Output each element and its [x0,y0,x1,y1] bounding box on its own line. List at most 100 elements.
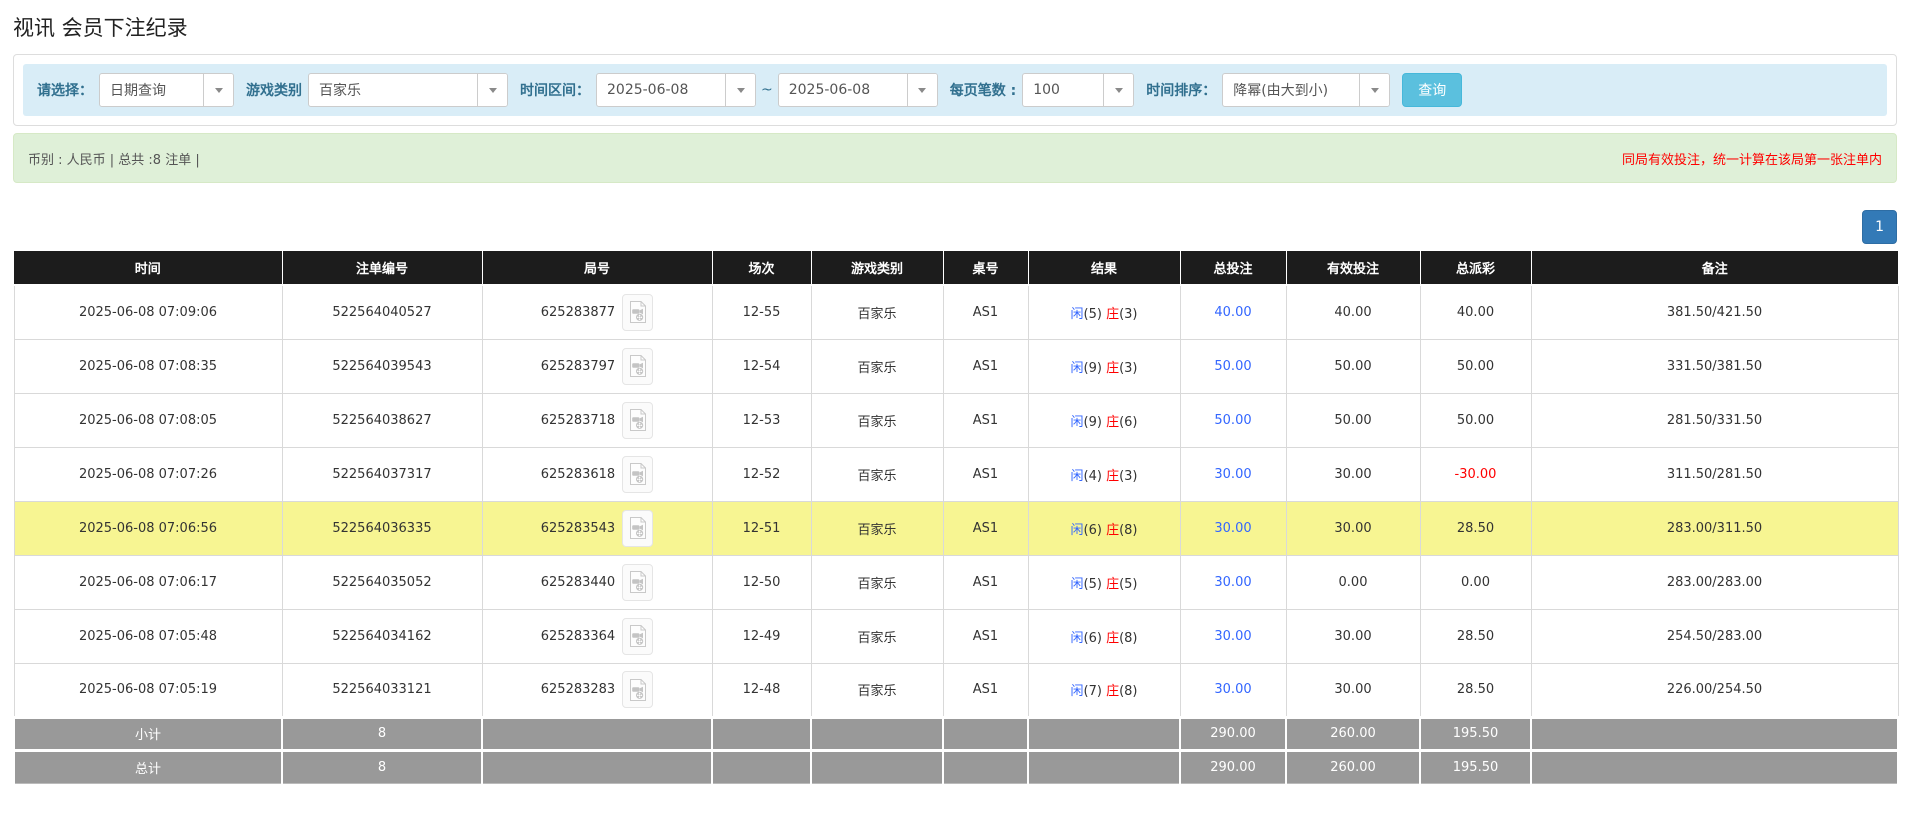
date-from-select[interactable]: 2025-06-08 [596,73,756,107]
cell-total-bet: 30.00 [1180,609,1286,663]
cell-total-bet: 50.00 [1180,339,1286,393]
summary-label: 小计 [14,717,282,750]
cell-game-type: 百家乐 [811,339,943,393]
video-file-icon [628,678,648,702]
total-bet-link[interactable]: 30.00 [1214,682,1251,697]
time-range-label: 时间区间： [520,80,590,100]
table-row: 2025-06-08 07:05:48 522564034162 6252833… [14,609,1898,663]
result-player-label: 闲 [1070,631,1083,646]
result-player-points: (7) [1084,684,1102,699]
total-bet-link[interactable]: 40.00 [1214,305,1251,320]
video-file-icon [628,408,648,432]
cell-valid-bet: 50.00 [1286,393,1420,447]
search-button[interactable]: 查询 [1402,73,1462,107]
date-to-caret-button[interactable] [907,74,937,106]
video-replay-button[interactable] [622,671,653,708]
total-bet-link[interactable]: 30.00 [1214,575,1251,590]
column-header: 场次 [712,251,811,285]
cell-game-type: 百家乐 [811,501,943,555]
sort-select[interactable]: 降幂(由大到小) [1222,73,1390,107]
table-row: 2025-06-08 07:07:26 522564037317 6252836… [14,447,1898,501]
video-replay-button[interactable] [622,402,653,439]
total-bet-link[interactable]: 30.00 [1214,629,1251,644]
cell-remark: 283.00/311.50 [1531,501,1898,555]
result-player-points: (6) [1084,631,1102,646]
column-header: 局号 [482,251,712,285]
video-replay-button[interactable] [622,618,653,655]
cell-round: 625283718 [482,393,712,447]
cell-time: 2025-06-08 07:09:06 [14,285,282,339]
cell-round: 625283543 [482,501,712,555]
cell-remark: 226.00/254.50 [1531,663,1898,717]
date-from-caret-button[interactable] [725,74,755,106]
summary-total-bet: 290.00 [1180,717,1286,750]
query-type-caret-button[interactable] [203,74,233,106]
cell-session: 12-49 [712,609,811,663]
sort-value: 降幂(由大到小) [1223,74,1359,106]
date-to-value: 2025-06-08 [779,74,907,106]
page-size-select[interactable]: 100 [1022,73,1134,107]
cell-bet-no: 522564034162 [282,609,482,663]
cell-time: 2025-06-08 07:07:26 [14,447,282,501]
total-bet-link[interactable]: 50.00 [1214,413,1251,428]
total-bet-link[interactable]: 30.00 [1214,467,1251,482]
total-bet-link[interactable]: 50.00 [1214,359,1251,374]
result-player-points: (4) [1084,469,1102,484]
table-footer: 小计 8 290.00 260.00 195.50 总计 8 290.00 26… [14,717,1898,783]
cell-time: 2025-06-08 07:05:19 [14,663,282,717]
query-type-select[interactable]: 日期查询 [99,73,234,107]
cell-table-no: AS1 [943,555,1028,609]
cell-valid-bet: 30.00 [1286,663,1420,717]
page-size-caret-button[interactable] [1103,74,1133,106]
round-number: 625283364 [541,629,615,644]
summary-bar: 币别 : 人民币 | 总共 :8 注单 | 同局有效投注，统一计算在该局第一张注… [13,133,1897,183]
summary-row: 小计 8 290.00 260.00 195.50 [14,717,1898,750]
result-player-label: 闲 [1070,577,1083,592]
cell-time: 2025-06-08 07:06:56 [14,501,282,555]
caret-down-icon [1115,88,1123,93]
cell-result: 闲(9) 庄(6) [1028,393,1180,447]
column-header: 时间 [14,251,282,285]
video-replay-button[interactable] [622,564,653,601]
cell-round: 625283877 [482,285,712,339]
video-file-icon [628,300,648,324]
round-number: 625283543 [541,521,615,536]
cell-payout: -30.00 [1420,447,1531,501]
date-from-value: 2025-06-08 [597,74,725,106]
page-number-button[interactable]: 1 [1862,210,1897,244]
result-banker-label: 庄 [1106,523,1119,538]
cell-remark: 283.00/283.00 [1531,555,1898,609]
total-bet-link[interactable]: 30.00 [1214,521,1251,536]
cell-bet-no: 522564039543 [282,339,482,393]
cell-round: 625283797 [482,339,712,393]
date-to-select[interactable]: 2025-06-08 [778,73,938,107]
game-type-value: 百家乐 [309,74,477,106]
cell-result: 闲(6) 庄(8) [1028,609,1180,663]
summary-payout: 195.50 [1420,750,1531,783]
cell-session: 12-52 [712,447,811,501]
cell-table-no: AS1 [943,339,1028,393]
valid-bet-note: 同局有效投注，统一计算在该局第一张注单内 [1622,149,1882,168]
table-row: 2025-06-08 07:08:35 522564039543 6252837… [14,339,1898,393]
cell-result: 闲(5) 庄(5) [1028,555,1180,609]
video-replay-button[interactable] [622,456,653,493]
video-file-icon [628,624,648,648]
video-replay-button[interactable] [622,510,653,547]
video-replay-button[interactable] [622,348,653,385]
result-player-points: (9) [1084,415,1102,430]
cell-session: 12-53 [712,393,811,447]
result-banker-points: (8) [1119,523,1137,538]
result-player-label: 闲 [1070,684,1083,699]
game-type-caret-button[interactable] [477,74,507,106]
cell-result: 闲(9) 庄(3) [1028,339,1180,393]
cell-total-bet: 30.00 [1180,663,1286,717]
cell-time: 2025-06-08 07:06:17 [14,555,282,609]
cell-payout: 0.00 [1420,555,1531,609]
sort-caret-button[interactable] [1359,74,1389,106]
result-banker-label: 庄 [1106,415,1119,430]
cell-payout: 40.00 [1420,285,1531,339]
caret-down-icon [1371,88,1379,93]
game-type-select[interactable]: 百家乐 [308,73,508,107]
video-replay-button[interactable] [622,294,653,331]
summary-valid-bet: 260.00 [1286,717,1420,750]
